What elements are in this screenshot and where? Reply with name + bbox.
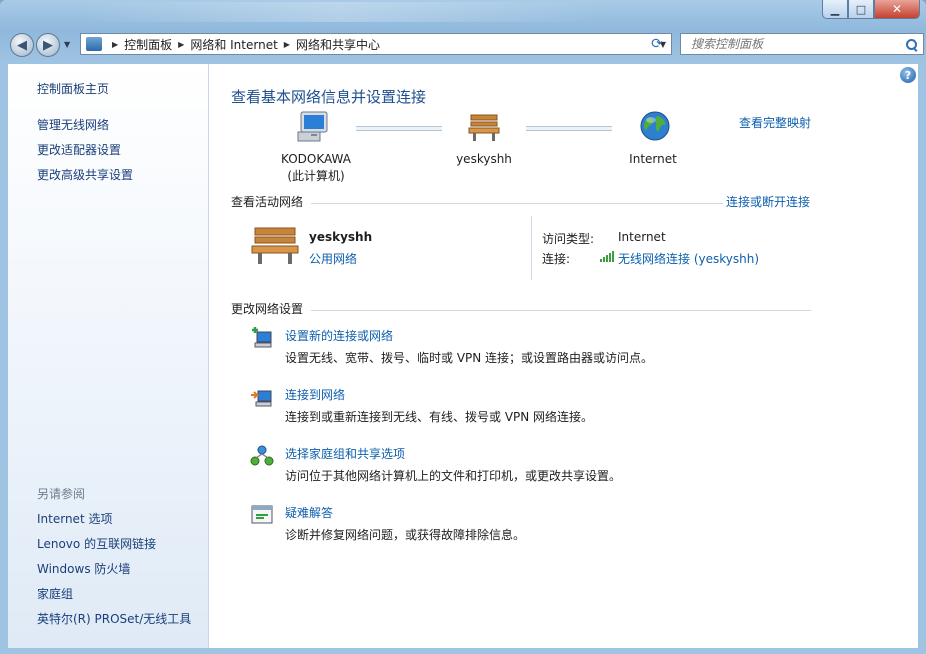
breadcrumb-chevron-icon[interactable]: ▶ (284, 40, 290, 49)
troubleshoot-icon (251, 505, 273, 524)
network-type-link[interactable]: 公用网络 (309, 250, 357, 267)
network-bench-icon[interactable] (467, 112, 501, 142)
task-homegroup-link[interactable]: 选择家庭组和共享选项 (285, 445, 405, 462)
computer-icon[interactable] (295, 110, 331, 144)
sidebar-item-change-adapter[interactable]: 更改适配器设置 (37, 141, 121, 158)
task-troubleshoot-desc: 诊断并修复网络问题，或获得故障排除信息。 (285, 528, 526, 542)
breadcrumb-network-internet[interactable]: 网络和 Internet (190, 36, 277, 53)
new-connection-icon (252, 327, 272, 348)
active-networks-header: 查看活动网络 (231, 195, 304, 209)
section-divider (311, 203, 723, 204)
see-also-header: 另请参阅 (37, 487, 86, 501)
task-connect-network-desc: 连接到或重新连接到无线、有线、拨号或 VPN 网络连接。 (285, 410, 594, 424)
sidebar-item-advanced-sharing[interactable]: 更改高级共享设置 (37, 166, 133, 183)
breadcrumb-network-sharing-center[interactable]: 网络和共享中心 (296, 36, 380, 53)
sidebar-item-control-panel-home[interactable]: 控制面板主页 (37, 80, 109, 97)
window-controls: ▁ □ ✕ (822, 0, 920, 19)
map-connector (356, 126, 442, 131)
sidebar-item-intel-proset[interactable]: 英特尔(R) PROSet/无线工具 (37, 610, 191, 627)
control-panel-icon (86, 37, 102, 51)
back-arrow-icon: ◀ (17, 37, 27, 53)
refresh-icon[interactable]: ⟳ (644, 33, 670, 55)
sidebar: 控制面板主页 管理无线网络 更改适配器设置 更改高级共享设置 另请参阅 Inte… (8, 64, 209, 648)
map-connector (526, 126, 612, 131)
sidebar-item-internet-options[interactable]: Internet 选项 (37, 510, 112, 527)
sidebar-item-homegroup[interactable]: 家庭组 (37, 585, 73, 602)
help-icon[interactable]: ? (900, 67, 916, 83)
back-button[interactable]: ◀ (10, 33, 34, 57)
navigation-bar: ◀ ▶ ▼ ▶ 控制面板 ▶ 网络和 Internet ▶ 网络和共享中心 ▼ … (8, 32, 924, 58)
breadcrumb-control-panel[interactable]: 控制面板 (124, 36, 172, 53)
sidebar-item-lenovo-links[interactable]: Lenovo 的互联网链接 (37, 535, 156, 552)
task-setup-connection-desc: 设置无线、宽带、拨号、临时或 VPN 连接；或设置路由器或访问点。 (285, 351, 654, 365)
change-settings-header: 更改网络设置 (231, 302, 304, 316)
connection-label: 连接: (542, 252, 571, 266)
page-title: 查看基本网络信息并设置连接 (231, 88, 427, 106)
task-connect-network-link[interactable]: 连接到网络 (285, 386, 345, 403)
forward-arrow-icon: ▶ (43, 37, 53, 53)
connect-network-icon (251, 390, 272, 407)
computer-sub: (此计算机) (287, 169, 345, 183)
main-content: ? 查看基本网络信息并设置连接 查看完整映射 KODOKAWA (此计算机) y… (209, 64, 918, 648)
computer-name: KODOKAWA (281, 152, 351, 166)
task-troubleshoot-link[interactable]: 疑难解答 (285, 504, 333, 521)
task-setup-connection-link[interactable]: 设置新的连接或网络 (285, 327, 393, 344)
view-full-map-link[interactable]: 查看完整映射 (739, 114, 811, 131)
active-network-bench-icon (251, 227, 299, 264)
address-bar[interactable]: ▶ 控制面板 ▶ 网络和 Internet ▶ 网络和共享中心 ▼ (80, 33, 672, 55)
search-icon[interactable] (906, 38, 917, 50)
active-network-divider (531, 216, 532, 280)
network-name: yeskyshh (456, 152, 512, 166)
breadcrumb-chevron-icon[interactable]: ▶ (112, 40, 118, 49)
maximize-button[interactable]: □ (848, 0, 874, 19)
access-type-value: Internet (618, 230, 666, 244)
access-type-label: 访问类型: (542, 232, 595, 246)
minimize-button[interactable]: ▁ (822, 0, 848, 19)
internet-name: Internet (629, 152, 677, 166)
task-homegroup-desc: 访问位于其他网络计算机上的文件和打印机，或更改共享设置。 (285, 469, 622, 483)
search-input[interactable] (689, 36, 893, 52)
wireless-connection-link[interactable]: 无线网络连接 (yeskyshh) (618, 250, 759, 267)
sidebar-item-windows-firewall[interactable]: Windows 防火墙 (37, 560, 130, 577)
connect-disconnect-link[interactable]: 连接或断开连接 (726, 193, 810, 210)
close-button[interactable]: ✕ (874, 0, 920, 19)
search-box[interactable] (680, 33, 924, 55)
control-panel-window: ▁ □ ✕ ◀ ▶ ▼ ▶ 控制面板 ▶ 网络和 Internet ▶ 网络和共… (0, 0, 926, 654)
title-bar (80, 2, 600, 22)
breadcrumb-chevron-icon[interactable]: ▶ (178, 40, 184, 49)
internet-globe-icon[interactable] (639, 110, 671, 142)
recent-pages-dropdown-icon[interactable]: ▼ (64, 40, 70, 49)
forward-button[interactable]: ▶ (36, 33, 60, 57)
active-network-name: yeskyshh (309, 230, 373, 244)
section-divider (311, 310, 811, 311)
sidebar-item-manage-wireless[interactable]: 管理无线网络 (37, 116, 109, 133)
homegroup-sharing-icon (250, 445, 274, 466)
wifi-signal-icon (600, 251, 614, 262)
